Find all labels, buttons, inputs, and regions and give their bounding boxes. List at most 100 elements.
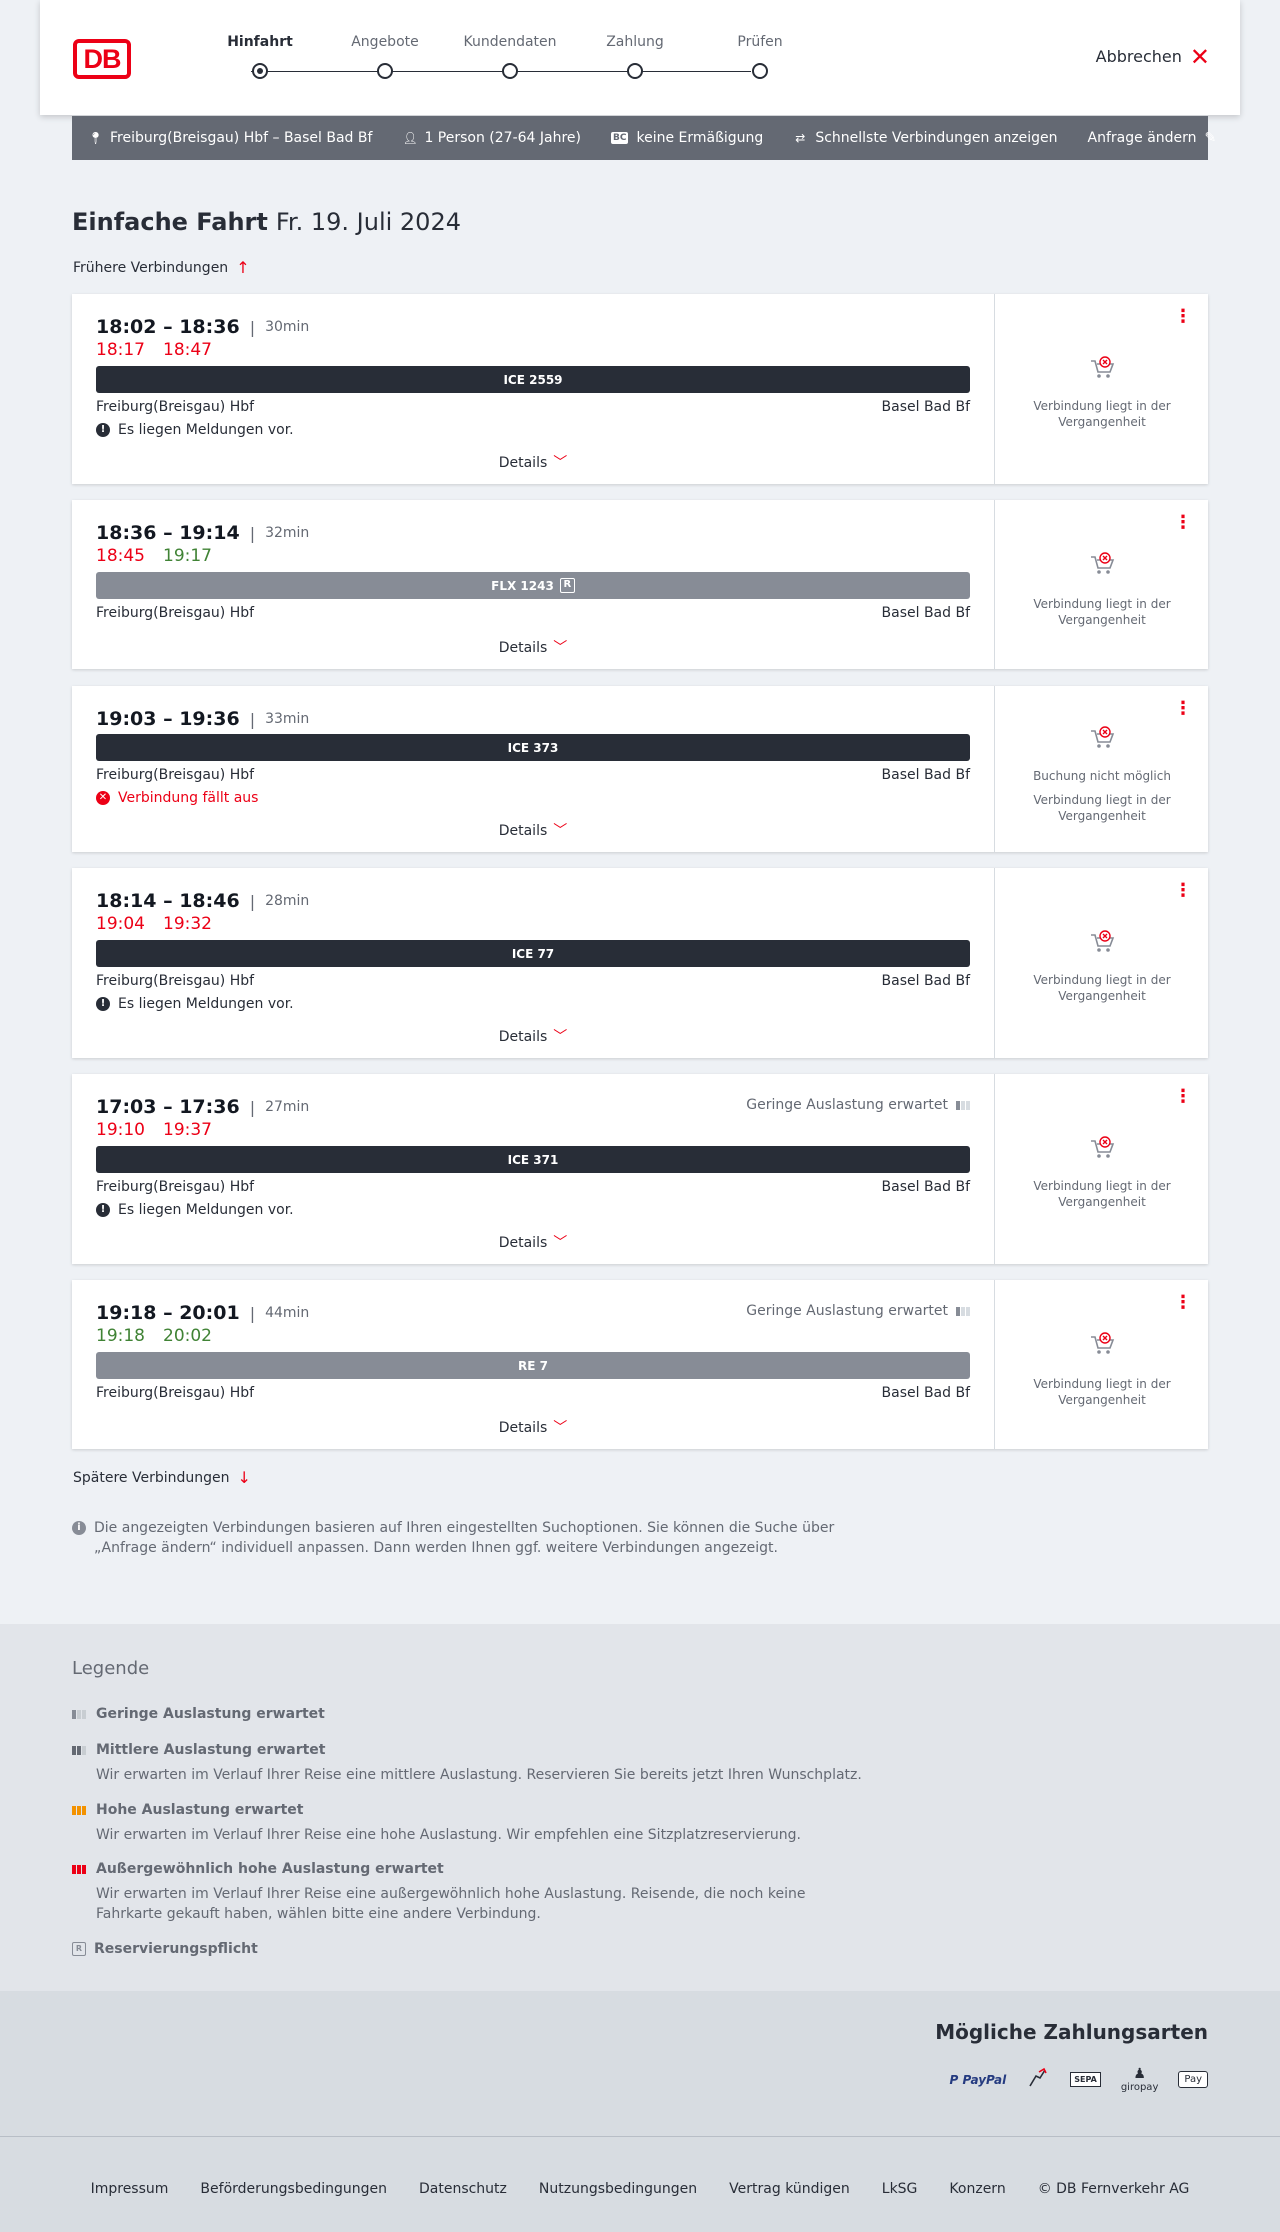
realtime-times: 18:45 19:17 <box>96 546 230 566</box>
realtime-arrival: 19:37 <box>163 1120 212 1140</box>
footer-link-nutzungsbedingungen[interactable]: Nutzungsbedingungen <box>539 2181 697 2197</box>
stations: Freiburg(Breisgau) Hbf Basel Bad Bf <box>96 1179 970 1195</box>
search-summary-bar: 📍︎ Freiburg(Breisgau) Hbf – Basel Bad Bf … <box>72 116 1216 160</box>
payment-icons: P PayPal SEPA ♟ giropay Pay <box>949 2066 1208 2093</box>
notice-message: ! Es liegen Meldungen vor. <box>96 1202 294 1218</box>
legend-item-low: Geringe Auslastung erwartet <box>72 1706 872 1722</box>
step-label: Angebote <box>351 34 419 50</box>
connection-card[interactable]: 19:18 – 20:01 | 44min Geringe Auslastung e… <box>72 1280 1208 1449</box>
details-label: Details <box>498 1420 548 1436</box>
route-text: Freiburg(Breisgau) Hbf – Basel Bad Bf <box>110 130 373 146</box>
duration: 44min <box>265 1305 310 1321</box>
arrival-station: Basel Bad Bf <box>881 767 970 783</box>
details-toggle[interactable]: Details ﹀ <box>72 1232 994 1252</box>
footer-link-datenschutz[interactable]: Datenschutz <box>419 2181 507 2197</box>
details-toggle[interactable]: Details ﹀ <box>72 637 994 657</box>
connection-times: 19:18 – 20:01 | 44min <box>96 1302 310 1324</box>
more-options-icon[interactable]: ⋮ <box>1174 700 1192 718</box>
occupancy-low-icon <box>72 1709 88 1719</box>
footer-link-lksg[interactable]: LkSG <box>882 2181 918 2197</box>
legend-item-desc: Wir erwarten im Verlauf Ihrer Reise eine… <box>96 1886 806 1922</box>
bahncard-icon: BC <box>611 132 629 144</box>
later-connections-link[interactable]: Spätere Verbindungen ↓ <box>73 1468 251 1487</box>
arrival-station: Basel Bad Bf <box>881 1179 970 1195</box>
passenger-summary[interactable]: 👤︎ 1 Person (27-64 Jahre) <box>402 130 581 146</box>
details-toggle[interactable]: Details ﹀ <box>72 1417 994 1437</box>
db-logo[interactable]: DB <box>73 39 131 79</box>
connection-card[interactable]: 18:36 – 19:14 | 32min 18:45 19:17 FLX 1243 R… <box>72 500 1208 669</box>
reservation-required-icon: R <box>559 578 575 593</box>
step-label: Prüfen <box>737 34 783 50</box>
legend-item-medium: Mittlere Auslastung erwartet Wir erwarte… <box>72 1742 872 1785</box>
chevron-down-icon: ﹀ <box>553 640 568 656</box>
planned-time: 18:36 – 19:14 <box>96 522 240 544</box>
realtime-times: 18:17 18:47 <box>96 340 230 360</box>
booking-panel: ⋮ Verbindung liegt in der Vergangenheit <box>994 868 1208 1058</box>
stations: Freiburg(Breisgau) Hbf Basel Bad Bf <box>96 973 970 989</box>
details-toggle[interactable]: Details ﹀ <box>72 820 994 840</box>
duration: 27min <box>265 1099 310 1115</box>
step-label: Hinfahrt <box>227 34 293 50</box>
more-options-icon[interactable]: ⋮ <box>1174 1294 1192 1312</box>
trip-type: Einfache Fahrt <box>72 208 268 236</box>
connection-card[interactable]: 18:14 – 18:46 | 28min 19:04 19:32 ICE 77 Fr… <box>72 868 1208 1058</box>
more-options-icon[interactable]: ⋮ <box>1174 1088 1192 1106</box>
arrival-station: Basel Bad Bf <box>881 1385 970 1401</box>
logo-text: DB <box>83 43 122 74</box>
chevron-down-icon: ﹀ <box>553 823 568 839</box>
payment-title: Mögliche Zahlungsarten <box>935 2020 1208 2044</box>
details-toggle[interactable]: Details ﹀ <box>72 1026 994 1046</box>
realtime-times: 19:18 20:02 <box>96 1326 230 1346</box>
discount-summary[interactable]: BC keine Ermäßigung <box>611 130 763 146</box>
chevron-down-icon: ﹀ <box>553 1235 568 1251</box>
footer-link-konzern[interactable]: Konzern <box>949 2181 1005 2197</box>
connection-card[interactable]: 17:03 – 17:36 | 27min Geringe Auslastung e… <box>72 1074 1208 1264</box>
legend-title: Legende <box>72 1658 150 1679</box>
booking-panel: ⋮ Buchung nicht möglich Verbindung liegt… <box>994 686 1208 852</box>
more-options-icon[interactable]: ⋮ <box>1174 308 1192 326</box>
duration: 28min <box>265 893 310 909</box>
details-label: Details <box>498 1029 548 1045</box>
details-label: Details <box>498 455 548 471</box>
departure-station: Freiburg(Breisgau) Hbf <box>96 399 255 415</box>
cart-disabled-icon <box>995 726 1209 756</box>
more-options-icon[interactable]: ⋮ <box>1174 514 1192 532</box>
stations: Freiburg(Breisgau) Hbf Basel Bad Bf <box>96 399 970 415</box>
train-name: ICE 373 <box>507 740 559 755</box>
chevron-down-icon: ﹀ <box>553 1029 568 1045</box>
earlier-connections-link[interactable]: Frühere Verbindungen ↑ <box>73 258 250 277</box>
details-toggle[interactable]: Details ﹀ <box>72 452 994 472</box>
booking-stepper: Hinfahrt Angebote Kundendaten Zahlung Pr… <box>210 34 783 84</box>
footer-link-impressum[interactable]: Impressum <box>91 2181 169 2197</box>
connection-main: 19:18 – 20:01 | 44min Geringe Auslastung e… <box>72 1280 994 1449</box>
footer-link-befoerderungsbedingungen[interactable]: Beförderungsbedingungen <box>200 2181 387 2197</box>
booking-unavailable: Buchung nicht möglich <box>1033 769 1171 783</box>
train-bar: FLX 1243 R <box>96 572 970 599</box>
connection-times: 19:03 – 19:36 | 33min <box>96 708 310 730</box>
giropay-label: giropay <box>1120 2082 1159 2093</box>
stations: Freiburg(Breisgau) Hbf Basel Bad Bf <box>96 1385 970 1401</box>
paypal-label: PayPal <box>962 2072 1007 2087</box>
cart-disabled-icon <box>995 930 1209 960</box>
step-hinfahrt: Hinfahrt <box>210 34 310 79</box>
cancel-button[interactable]: Abbrechen ✕ <box>1096 45 1210 69</box>
train-bar: ICE 2559 <box>96 366 970 393</box>
footer-link-vertrag-kuendigen[interactable]: Vertrag kündigen <box>729 2181 850 2197</box>
arrow-down-icon: ↓ <box>237 1468 251 1487</box>
legend-item-title: Reservierungspflicht <box>94 1941 258 1957</box>
more-options-icon[interactable]: ⋮ <box>1174 882 1192 900</box>
modify-search-button[interactable]: Anfrage ändern ✎ <box>1088 130 1217 146</box>
legend-item-title: Mittlere Auslastung erwartet <box>96 1742 326 1758</box>
realtime-departure: 18:17 <box>96 340 145 360</box>
footer: Impressum Beförderungsbedingungen Datens… <box>0 2136 1280 2232</box>
option-summary[interactable]: ⇄ Schnellste Verbindungen anzeigen <box>793 130 1057 146</box>
connection-card[interactable]: 19:03 – 19:36 | 33min ICE 373 Freiburg(Bre… <box>72 686 1208 852</box>
trip-date: Fr. 19. Juli 2024 <box>275 208 461 236</box>
connection-times: 18:36 – 19:14 | 32min <box>96 522 310 544</box>
step-dot <box>627 63 643 79</box>
connection-card[interactable]: 18:02 – 18:36 | 30min 18:17 18:47 ICE 2559 … <box>72 294 1208 484</box>
arrival-station: Basel Bad Bf <box>881 399 970 415</box>
route-summary[interactable]: 📍︎ Freiburg(Breisgau) Hbf – Basel Bad Bf <box>88 130 372 146</box>
train-name: ICE 77 <box>511 946 555 961</box>
location-pin-icon: 📍︎ <box>88 131 104 145</box>
